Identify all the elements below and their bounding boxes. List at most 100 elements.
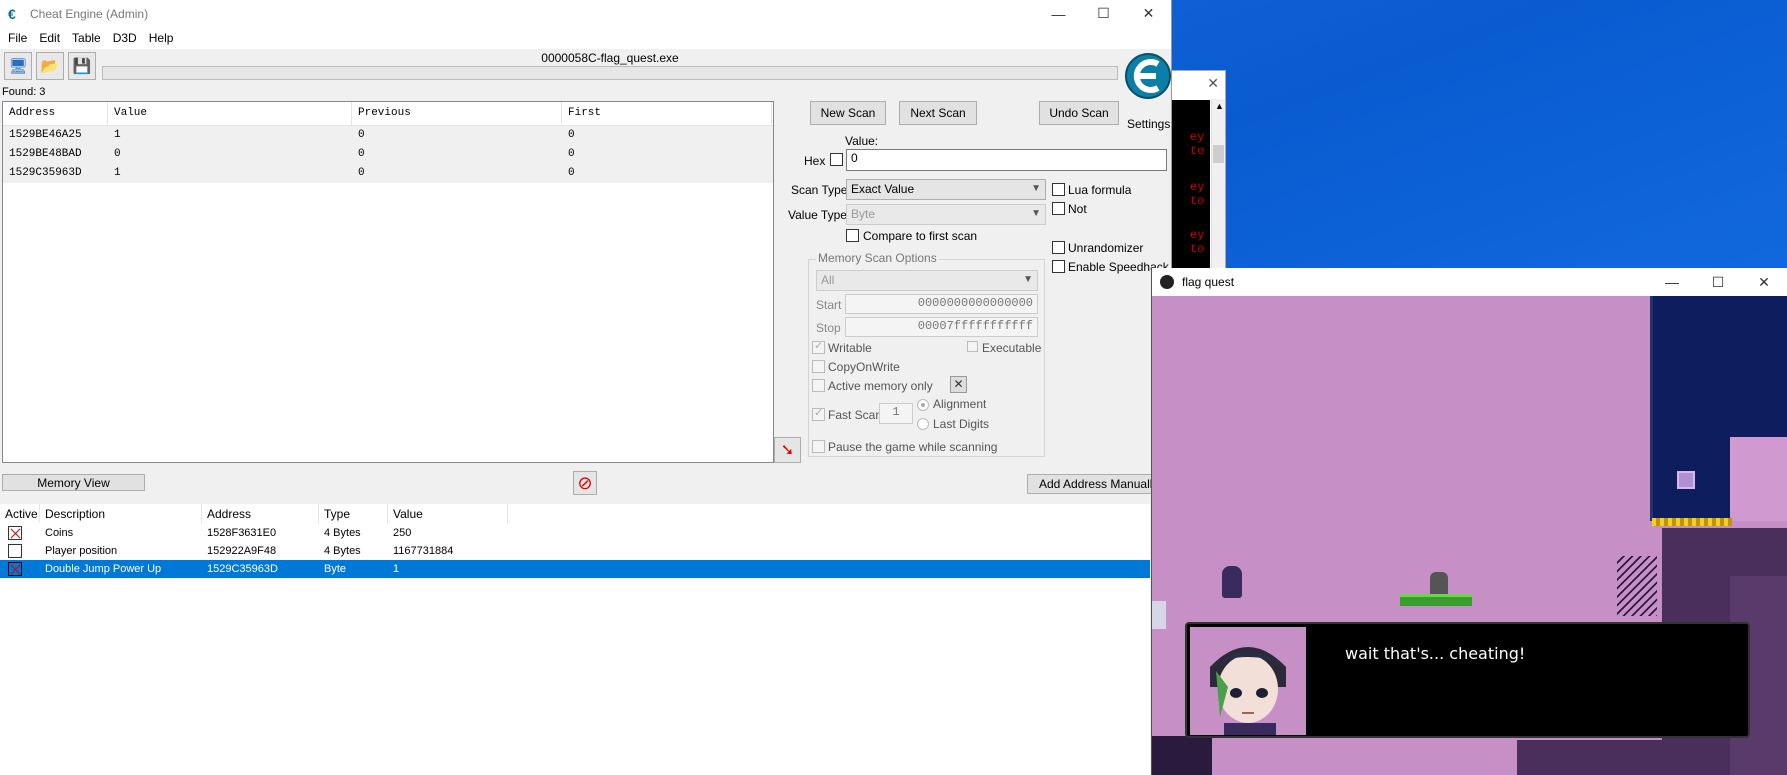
entry-description[interactable]: Player position	[40, 545, 202, 557]
active-checkbox[interactable]	[8, 526, 22, 540]
active-memory-checkbox[interactable]	[812, 379, 825, 392]
address-table[interactable]: Active Description Address Type Value Co…	[0, 504, 1150, 775]
table-row[interactable]: Coins 1528F3631E0 4 Bytes 250	[0, 524, 1150, 542]
memory-region-select[interactable]: All ▼	[816, 270, 1038, 291]
menu-d3d[interactable]: D3D	[107, 31, 143, 45]
hex-label: Hex	[804, 154, 826, 168]
scroll-up-icon[interactable]: ▲	[1215, 101, 1224, 111]
new-scan-button[interactable]: New Scan	[810, 101, 886, 125]
column-previous[interactable]: Previous	[352, 102, 562, 125]
splitter-handle[interactable]	[0, 498, 1150, 502]
value-type-value: Byte	[851, 207, 876, 221]
table-row[interactable]: Player position 152922A9F48 4 Bytes 1167…	[0, 542, 1150, 560]
lua-formula-checkbox[interactable]	[1052, 183, 1065, 196]
edge-object	[1152, 601, 1166, 629]
menu-help[interactable]: Help	[143, 31, 180, 45]
found-count: Found: 3	[2, 86, 46, 98]
column-address[interactable]: Address	[3, 102, 108, 125]
hex-checkbox[interactable]	[830, 153, 843, 166]
entry-address[interactable]: 152922A9F48	[202, 545, 319, 557]
compare-first-checkbox[interactable]	[846, 229, 859, 242]
maximize-button[interactable]: ☐	[1081, 0, 1126, 27]
game-window: flag quest — ☐ ✕ wait that's... cheating…	[1151, 268, 1787, 775]
entry-type[interactable]: Byte	[319, 563, 388, 575]
open-file-button[interactable]: 📂	[36, 52, 64, 80]
pause-game-checkbox[interactable]	[812, 440, 825, 453]
compare-first-label: Compare to first scan	[863, 229, 978, 243]
entry-value[interactable]: 250	[388, 527, 508, 539]
writable-checkbox[interactable]	[812, 339, 825, 354]
alignment-radio[interactable]	[917, 399, 929, 411]
table-row[interactable]: Double Jump Power Up 1529C35963D Byte 1	[0, 560, 1150, 578]
column-value[interactable]: Value	[108, 102, 352, 125]
column-active[interactable]: Active	[0, 504, 40, 522]
titlebar[interactable]: € Cheat Engine (Admin) — ☐ ✕	[0, 0, 1171, 27]
entry-type[interactable]: 4 Bytes	[319, 527, 388, 539]
close-button[interactable]: ✕	[1126, 0, 1171, 27]
pink-wall	[1730, 437, 1787, 521]
column-description[interactable]: Description	[40, 504, 202, 524]
executable-checkbox[interactable]	[967, 341, 978, 352]
clear-icon[interactable]: ✕	[950, 376, 967, 393]
entry-address[interactable]: 1528F3631E0	[202, 527, 319, 539]
unrandomizer-checkbox[interactable]	[1052, 241, 1065, 254]
result-value: 1	[114, 167, 121, 179]
value-type-select[interactable]: Byte ▼	[846, 204, 1046, 225]
computer-icon: 🖥	[8, 58, 28, 75]
value-input[interactable]: 0	[846, 149, 1167, 171]
scan-result-row[interactable]: 1529BE46A25 1 0 0	[3, 126, 773, 145]
scan-results-list[interactable]: Address Value Previous First 1529BE46A25…	[2, 101, 774, 463]
menu-table[interactable]: Table	[66, 31, 107, 45]
folder-open-icon: 📂	[40, 58, 60, 75]
not-checkbox[interactable]	[1052, 202, 1065, 215]
last-digits-radio[interactable]	[917, 418, 929, 430]
next-scan-button[interactable]: Next Scan	[899, 101, 977, 125]
stop-address-input[interactable]: 00007fffffffffff	[845, 317, 1038, 337]
result-first: 0	[568, 129, 575, 141]
memory-view-button[interactable]: Memory View	[2, 474, 145, 491]
active-checkbox[interactable]	[8, 544, 22, 558]
game-viewport[interactable]: wait that's... cheating!	[1152, 296, 1787, 775]
cheat-engine-logo-icon[interactable]	[1124, 48, 1172, 104]
undo-scan-button[interactable]: Undo Scan	[1039, 101, 1119, 125]
fast-scan-input[interactable]: 1	[879, 403, 913, 424]
npc-character	[1430, 572, 1448, 596]
add-address-manually-button[interactable]: Add Address Manually	[1027, 474, 1152, 494]
entry-address[interactable]: 1529C35963D	[202, 563, 319, 575]
entry-value[interactable]: 1167731884	[388, 545, 508, 557]
start-address-input[interactable]: 0000000000000000	[845, 294, 1038, 314]
memory-region-value: All	[821, 273, 835, 287]
scan-result-row[interactable]: 1529C35963D 1 0 0	[3, 164, 773, 183]
close-icon[interactable]: ✕	[1207, 75, 1219, 92]
entry-value[interactable]: 1	[388, 563, 508, 575]
menu-file[interactable]: File	[2, 31, 33, 45]
entry-description[interactable]: Double Jump Power Up	[40, 563, 202, 575]
column-address[interactable]: Address	[202, 504, 319, 524]
menu-edit[interactable]: Edit	[33, 31, 66, 45]
column-value[interactable]: Value	[388, 504, 508, 524]
column-first[interactable]: First	[562, 102, 772, 125]
active-checkbox[interactable]	[8, 562, 22, 576]
column-type[interactable]: Type	[319, 504, 388, 524]
copy-on-write-checkbox[interactable]	[812, 360, 825, 373]
scroll-thumb[interactable]	[1213, 145, 1224, 163]
close-button[interactable]: ✕	[1741, 268, 1787, 296]
save-file-button[interactable]: 💾	[68, 52, 96, 80]
console-scrollbar[interactable]: ▲	[1211, 99, 1225, 269]
scan-type-select[interactable]: Exact Value ▼	[846, 179, 1046, 200]
entry-description[interactable]: Coins	[40, 527, 202, 539]
maximize-button[interactable]: ☐	[1695, 268, 1741, 296]
scan-result-row[interactable]: 1529BE48BAD 0 0 0	[3, 145, 773, 164]
add-to-list-arrow-icon[interactable]: ➘	[774, 437, 801, 463]
settings-label[interactable]: Settings	[1127, 117, 1170, 131]
select-process-button[interactable]: 🖥	[4, 52, 32, 80]
game-titlebar[interactable]: flag quest — ☐ ✕	[1152, 268, 1787, 296]
minimize-button[interactable]: —	[1036, 0, 1081, 27]
entry-type[interactable]: 4 Bytes	[319, 545, 388, 557]
stairs	[1617, 556, 1657, 616]
stop-icon[interactable]: ⊘	[573, 471, 597, 495]
fast-scan-checkbox[interactable]	[812, 406, 825, 421]
minimize-button[interactable]: —	[1649, 268, 1695, 296]
speedhack-checkbox[interactable]	[1052, 260, 1065, 273]
result-address: 1529BE48BAD	[9, 148, 82, 160]
